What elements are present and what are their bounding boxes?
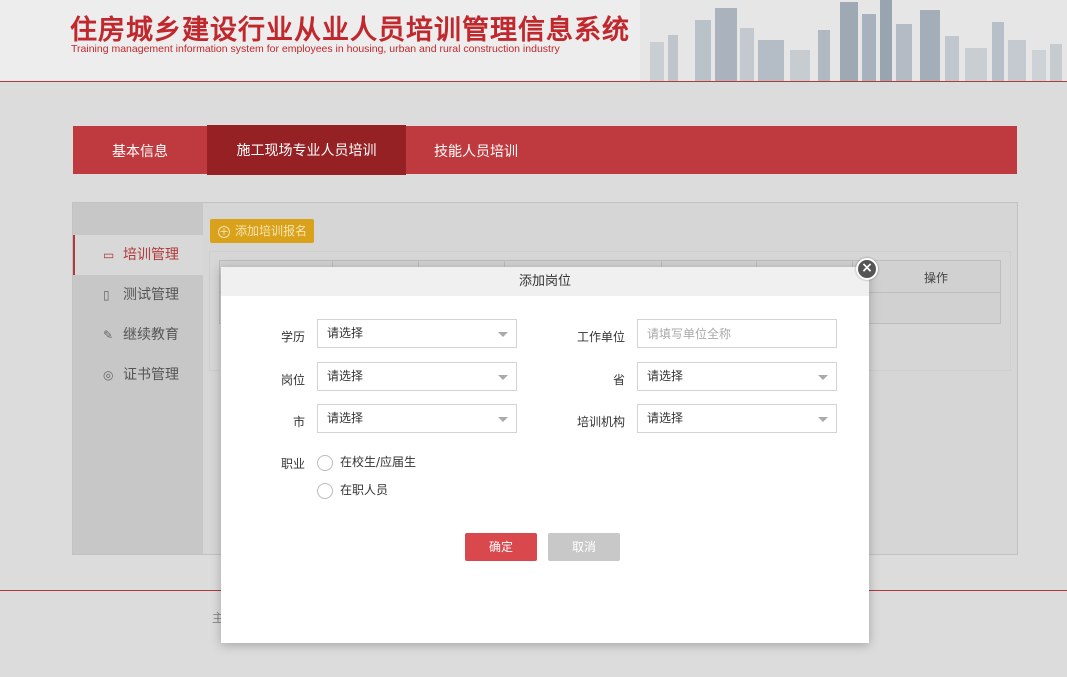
radio-label: 在校生/应届生 — [340, 455, 417, 469]
occupation-radio-employed[interactable]: 在职人员 — [317, 481, 388, 499]
chevron-down-icon — [498, 417, 508, 422]
city-select[interactable]: 请选择 — [317, 404, 517, 433]
education-label: 学历 — [280, 330, 305, 344]
education-select[interactable]: 请选择 — [317, 319, 517, 348]
occupation-radio-student[interactable]: 在校生/应届生 — [317, 453, 416, 471]
chevron-down-icon — [818, 417, 828, 422]
city-select-value: 请选择 — [327, 411, 364, 425]
city-label: 市 — [292, 415, 305, 429]
institution-label: 培训机构 — [576, 415, 625, 429]
position-select-value: 请选择 — [327, 369, 364, 383]
institution-select[interactable]: 请选择 — [637, 404, 837, 433]
position-select[interactable]: 请选择 — [317, 362, 517, 391]
province-select[interactable]: 请选择 — [637, 362, 837, 391]
radio-button[interactable] — [317, 482, 333, 499]
chevron-down-icon — [498, 375, 508, 380]
dialog-title: 添加岗位 — [221, 267, 869, 296]
radio-button[interactable] — [317, 454, 333, 471]
employer-input[interactable] — [637, 319, 837, 348]
province-select-value: 请选择 — [647, 369, 684, 383]
employer-label: 工作单位 — [576, 330, 625, 344]
chevron-down-icon — [818, 375, 828, 380]
province-label: 省 — [612, 373, 625, 387]
close-button[interactable]: × — [856, 258, 878, 280]
cancel-button[interactable]: 取消 — [548, 533, 620, 561]
institution-select-value: 请选择 — [647, 411, 684, 425]
occupation-label: 职业 — [280, 457, 305, 471]
radio-label: 在职人员 — [340, 483, 389, 497]
education-select-value: 请选择 — [327, 326, 364, 340]
confirm-button[interactable]: 确定 — [465, 533, 537, 561]
add-position-dialog: 添加岗位 × 学历 请选择 工作单位 岗位 请选择 省 请选择 市 请选择 培训… — [221, 258, 878, 643]
position-label: 岗位 — [280, 373, 305, 387]
chevron-down-icon — [498, 332, 508, 337]
